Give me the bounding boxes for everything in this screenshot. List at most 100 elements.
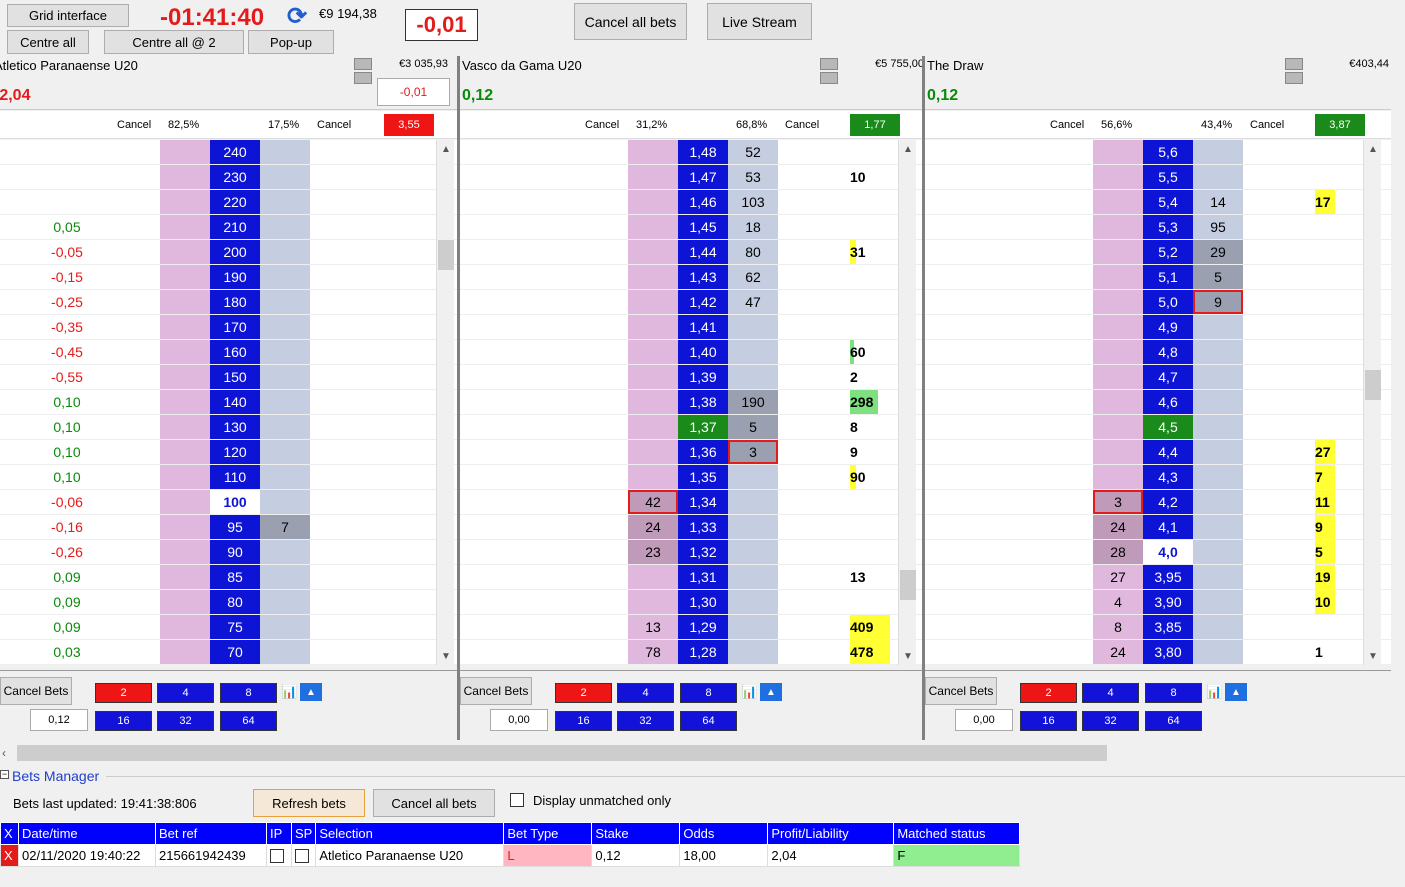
back-cell[interactable] (628, 390, 678, 414)
lay-cell[interactable]: 95 (1193, 215, 1243, 239)
back-cell[interactable] (628, 215, 678, 239)
lay-cell[interactable] (1193, 490, 1243, 514)
cancel-lay-link[interactable]: Cancel (785, 119, 819, 131)
stake-64-button[interactable]: 64 (220, 711, 277, 731)
lay-cell[interactable]: 80 (728, 240, 778, 264)
back-cell[interactable]: 24 (1093, 515, 1143, 539)
back-cell[interactable] (628, 190, 678, 214)
scroll-down-icon[interactable]: ▼ (437, 647, 455, 665)
back-cell[interactable]: 4 (1093, 590, 1143, 614)
lay-cell[interactable] (1193, 390, 1243, 414)
back-cell[interactable]: 13 (628, 615, 678, 639)
lay-cell[interactable] (1193, 440, 1243, 464)
bets-column-header[interactable]: Bet ref (155, 822, 267, 845)
lay-cell[interactable] (260, 590, 310, 614)
back-cell[interactable] (1093, 165, 1143, 189)
lay-cell[interactable]: 52 (728, 140, 778, 164)
stake-2-button[interactable]: 2 (95, 683, 152, 703)
back-cell[interactable] (628, 415, 678, 439)
back-cell[interactable] (160, 640, 210, 664)
back-cell[interactable] (1093, 465, 1143, 489)
ladder-scrollbar[interactable]: ▲ ▼ (1363, 140, 1381, 665)
lay-cell[interactable] (1193, 315, 1243, 339)
lay-cell[interactable] (728, 315, 778, 339)
back-cell[interactable] (628, 365, 678, 389)
back-cell[interactable] (160, 215, 210, 239)
lay-cell[interactable] (260, 265, 310, 289)
lay-cell[interactable] (1193, 615, 1243, 639)
lay-cell[interactable] (728, 490, 778, 514)
back-cell[interactable] (160, 265, 210, 289)
bets-column-header[interactable]: Matched status (893, 822, 1021, 845)
cancel-back-link[interactable]: Cancel (117, 119, 151, 131)
cancel-bets-button[interactable]: Cancel Bets (460, 677, 532, 705)
scrollbar-thumb[interactable] (900, 570, 916, 600)
lay-cell[interactable] (728, 640, 778, 664)
back-cell[interactable]: 8 (1093, 615, 1143, 639)
lay-cell[interactable]: 5 (728, 415, 778, 439)
back-cell[interactable] (160, 465, 210, 489)
ladder-scrollbar[interactable]: ▲ ▼ (436, 140, 454, 665)
lay-cell[interactable] (1193, 640, 1243, 664)
lay-cell[interactable] (260, 565, 310, 589)
back-cell[interactable] (628, 465, 678, 489)
lay-cell[interactable] (260, 190, 310, 214)
back-cell[interactable]: 42 (628, 490, 678, 514)
lay-cell[interactable] (1193, 515, 1243, 539)
chart-icon[interactable]: 📊 (281, 684, 297, 700)
bets-column-header[interactable]: X (0, 822, 19, 845)
back-cell[interactable] (1093, 365, 1143, 389)
back-cell[interactable] (160, 290, 210, 314)
bets-column-header[interactable]: Stake (591, 822, 681, 845)
scrollbar-thumb[interactable] (1365, 370, 1381, 400)
back-cell[interactable] (628, 440, 678, 464)
bets-column-header[interactable]: IP (266, 822, 292, 845)
bets-column-header[interactable]: Date/time (18, 822, 156, 845)
lay-cell[interactable] (260, 615, 310, 639)
back-cell[interactable]: 24 (628, 515, 678, 539)
back-cell[interactable] (160, 490, 210, 514)
expand-up-icon[interactable]: ▲ (1225, 683, 1247, 701)
cancel-bets-button[interactable]: Cancel Bets (0, 677, 72, 705)
stake-64-button[interactable]: 64 (1145, 711, 1202, 731)
back-cell[interactable] (160, 340, 210, 364)
cancel-back-link[interactable]: Cancel (585, 119, 619, 131)
lay-cell[interactable]: 47 (728, 290, 778, 314)
lay-cell[interactable] (260, 490, 310, 514)
back-cell[interactable] (628, 240, 678, 264)
back-cell[interactable] (1093, 340, 1143, 364)
scroll-left-icon[interactable]: ‹ (2, 746, 6, 760)
bets-column-header[interactable]: Odds (679, 822, 769, 845)
stake-input[interactable]: 0,12 (30, 709, 88, 731)
stake-32-button[interactable]: 32 (1082, 711, 1139, 731)
cancel-all-bets-bm-button[interactable]: Cancel all bets (373, 789, 495, 817)
lay-cell[interactable] (728, 465, 778, 489)
lay-cell[interactable] (728, 515, 778, 539)
scroll-up-icon[interactable]: ▲ (1364, 140, 1382, 158)
stake-16-button[interactable]: 16 (1020, 711, 1077, 731)
cancel-lay-link[interactable]: Cancel (1250, 119, 1284, 131)
lay-cell[interactable] (1193, 465, 1243, 489)
back-cell[interactable] (628, 565, 678, 589)
sp-checkbox-cell[interactable] (290, 844, 317, 867)
lay-cell[interactable] (260, 415, 310, 439)
lay-cell[interactable] (260, 640, 310, 664)
back-cell[interactable] (1093, 265, 1143, 289)
back-cell[interactable] (160, 415, 210, 439)
collapse-icon[interactable]: − (0, 770, 9, 779)
back-cell[interactable] (628, 290, 678, 314)
stake-16-button[interactable]: 16 (555, 711, 612, 731)
stake-2-button[interactable]: 2 (555, 683, 612, 703)
stake-8-button[interactable]: 8 (680, 683, 737, 703)
lay-cell[interactable]: 9 (1193, 290, 1243, 314)
lay-cell[interactable] (260, 440, 310, 464)
lay-cell[interactable]: 3 (728, 440, 778, 464)
back-cell[interactable] (1093, 315, 1143, 339)
ip-checkbox-cell[interactable] (266, 844, 292, 867)
lay-cell[interactable] (260, 365, 310, 389)
lay-cell[interactable] (260, 390, 310, 414)
lay-cell[interactable] (1193, 140, 1243, 164)
cancel-all-bets-button[interactable]: Cancel all bets (574, 3, 687, 40)
lay-cell[interactable] (1193, 590, 1243, 614)
back-cell[interactable] (160, 615, 210, 639)
